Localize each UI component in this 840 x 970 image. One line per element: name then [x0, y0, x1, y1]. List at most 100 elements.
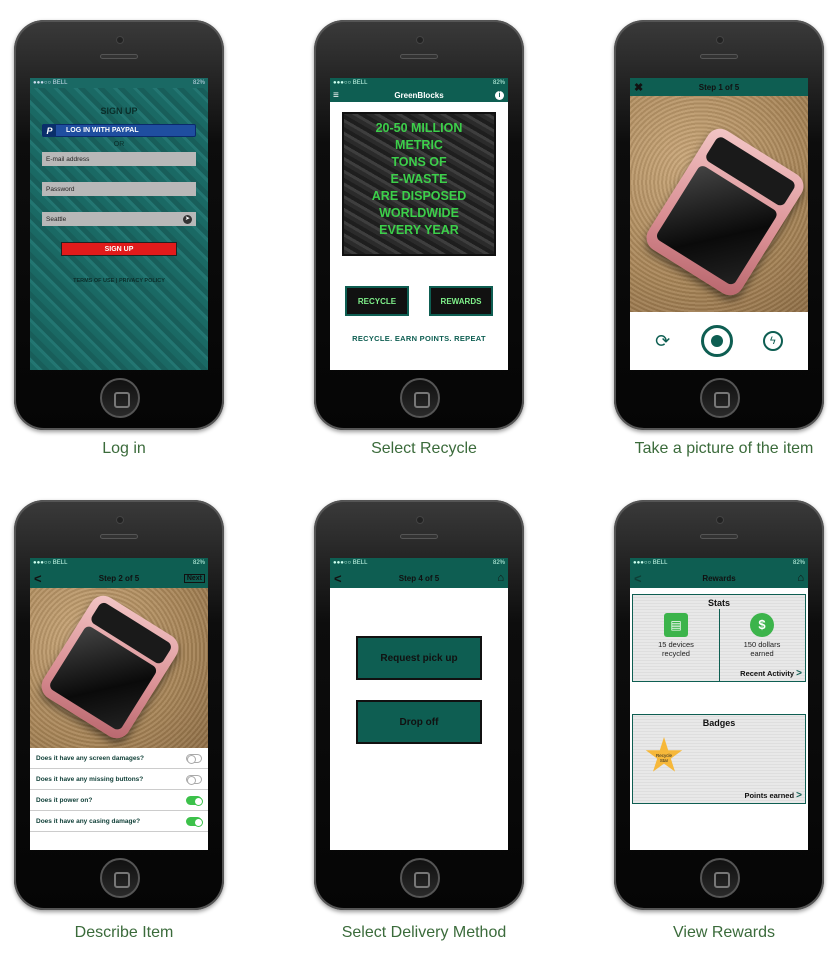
home-button[interactable] [700, 378, 740, 418]
rewards-title: Rewards [702, 573, 736, 583]
toggle-switch[interactable] [186, 753, 202, 764]
devices-recycled: 15 devices recycled [658, 640, 694, 658]
speaker [100, 54, 138, 59]
phone-frame: ●●●○○ BELL 82% < Step 4 of 5 ⌂ Request pi… [314, 500, 524, 910]
home-button[interactable] [400, 858, 440, 898]
front-camera [416, 516, 424, 524]
dollars-earned: 150 dollars earned [743, 640, 781, 658]
speaker [700, 54, 738, 59]
location-arrow-icon[interactable]: ➤ [183, 214, 192, 224]
app-header: ≡ GreenBlocks i [330, 88, 508, 102]
request-pickup-button[interactable]: Request pick up [356, 636, 482, 680]
question-screen-damage: Does it have any screen damages? [30, 748, 208, 769]
recent-activity-link[interactable]: Recent Activity > [740, 668, 802, 679]
question-power-on: Does it power on? [30, 790, 208, 811]
front-camera [716, 516, 724, 524]
ewaste-fact-banner: 20-50 MILLION METRIC TONS OF E-WASTE ARE DIS… [342, 112, 496, 256]
badges-title: Badges [702, 718, 736, 728]
terms-link[interactable]: TERMS OF USE | PRIVACY POLICY [42, 278, 196, 284]
phone-frame: ●●●○○ BELL 82% < Rewards ⌂ Stats ▤ 15 dev… [614, 500, 824, 910]
step-label: Step 2 of 5 [98, 573, 140, 583]
rewards-screen: ●●●○○ BELL 82% < Rewards ⌂ Stats ▤ 15 dev… [630, 558, 808, 850]
close-icon[interactable]: ✖ [634, 81, 643, 94]
shutter-button[interactable] [700, 325, 733, 357]
speaker [700, 534, 738, 539]
camera-header: ✖ Step 1 of 5 [630, 78, 808, 96]
paypal-icon: P [43, 124, 56, 137]
info-icon[interactable]: i [495, 90, 504, 100]
home-icon[interactable]: ⌂ [497, 572, 504, 584]
status-bar: ●●●○○ BELL 82% [330, 78, 508, 88]
speaker [400, 54, 438, 59]
front-camera [116, 516, 124, 524]
points-earned-link[interactable]: Points earned > [744, 790, 802, 801]
describe-header: < Step 2 of 5 Next [30, 568, 208, 588]
camera-viewfinder [630, 96, 808, 312]
home-button[interactable] [400, 378, 440, 418]
tagline: RECYCLE. EARN POINTS. REPEAT [352, 334, 486, 343]
rewards-button[interactable]: REWARDS [429, 286, 493, 316]
drop-off-button[interactable]: Drop off [356, 700, 482, 744]
speaker [100, 534, 138, 539]
flash-off-icon[interactable]: ϟ [762, 331, 783, 351]
badges-card: Badges Recycle Star Points earned > [632, 714, 806, 804]
rewards-header: < Rewards ⌂ [630, 568, 808, 588]
back-icon[interactable]: < [634, 571, 642, 586]
menu-icon[interactable]: ≡ [333, 90, 339, 101]
step-label: Step 1 of 5 [698, 82, 740, 92]
next-button[interactable]: Next [183, 573, 205, 583]
phone-photo [641, 123, 808, 301]
delivery-header: < Step 4 of 5 ⌂ [330, 568, 508, 588]
phone-delivery: ●●●○○ BELL 82% < Step 4 of 5 ⌂ Request pi… [314, 500, 534, 970]
location-field[interactable]: Seattle ➤ [42, 212, 196, 226]
question-casing-damage: Does it have any casing damage? [30, 811, 208, 832]
status-bar: ●●●○○ BELL 82% [30, 558, 208, 568]
phone-login: ●●●○○ BELL 82% SIGN UP P LOG IN WITH PAYPA… [14, 20, 234, 490]
back-icon[interactable]: < [334, 571, 342, 586]
home-button[interactable] [100, 378, 140, 418]
toggle-switch[interactable] [186, 816, 203, 827]
chevron-right-icon: > [796, 790, 802, 801]
recycle-bin-icon: ▤ [664, 613, 688, 637]
phone-recycle: ●●●○○ BELL 82% ≡ GreenBlocks i 20-50 MILL… [314, 20, 534, 490]
home-icon[interactable]: ⌂ [797, 572, 804, 584]
home-button[interactable] [100, 858, 140, 898]
phone-picture: ✖ Step 1 of 5 ⟳ ϟ Take a picture of the … [614, 20, 834, 490]
delivery-screen: ●●●○○ BELL 82% < Step 4 of 5 ⌂ Request pi… [330, 558, 508, 850]
phone-frame: ●●●○○ BELL 82% ≡ GreenBlocks i 20-50 MILL… [314, 20, 524, 430]
email-field[interactable]: E-mail address [42, 152, 196, 166]
toggle-switch[interactable] [186, 795, 203, 806]
phone-frame: ●●●○○ BELL 82% SIGN UP P LOG IN WITH PAYPA… [14, 20, 224, 430]
switch-camera-icon[interactable]: ⟳ [655, 331, 670, 352]
caption-rewards: View Rewards [673, 924, 775, 941]
dollar-icon: $ [750, 613, 774, 637]
caption-describe: Describe Item [74, 924, 174, 941]
phone-rewards: ●●●○○ BELL 82% < Rewards ⌂ Stats ▤ 15 dev… [614, 500, 834, 970]
item-photo [30, 588, 208, 748]
star-badge-icon[interactable]: Recycle Star [645, 737, 683, 772]
caption-login: Log in [102, 440, 146, 457]
phone-describe: ●●●○○ BELL 82% < Step 2 of 5 Next Does it… [14, 500, 234, 970]
paypal-login-button[interactable]: P LOG IN WITH PAYPAL [42, 124, 196, 137]
badge-label: Recycle Star [655, 752, 672, 763]
phone-frame: ●●●○○ BELL 82% < Step 2 of 5 Next Does it… [14, 500, 224, 910]
home-button[interactable] [700, 858, 740, 898]
signup-button[interactable]: SIGN UP [61, 242, 177, 256]
picture-screen: ✖ Step 1 of 5 ⟳ ϟ [630, 78, 808, 370]
app-title: GreenBlocks [394, 90, 444, 100]
phone-photo [36, 590, 184, 744]
speaker [400, 534, 438, 539]
caption-recycle: Select Recycle [371, 440, 477, 457]
recycle-screen: ●●●○○ BELL 82% ≡ GreenBlocks i 20-50 MILL… [330, 78, 508, 370]
back-icon[interactable]: < [34, 571, 42, 586]
toggle-switch[interactable] [186, 774, 202, 785]
step-label: Step 4 of 5 [398, 573, 440, 583]
describe-screen: ●●●○○ BELL 82% < Step 2 of 5 Next Does it… [30, 558, 208, 850]
recycle-button[interactable]: RECYCLE [345, 286, 409, 316]
stats-title: Stats [707, 598, 730, 608]
phone-frame: ✖ Step 1 of 5 ⟳ ϟ [614, 20, 824, 430]
front-camera [416, 36, 424, 44]
front-camera [716, 36, 724, 44]
password-field[interactable]: Password [42, 182, 196, 196]
or-label: OR [113, 141, 125, 148]
